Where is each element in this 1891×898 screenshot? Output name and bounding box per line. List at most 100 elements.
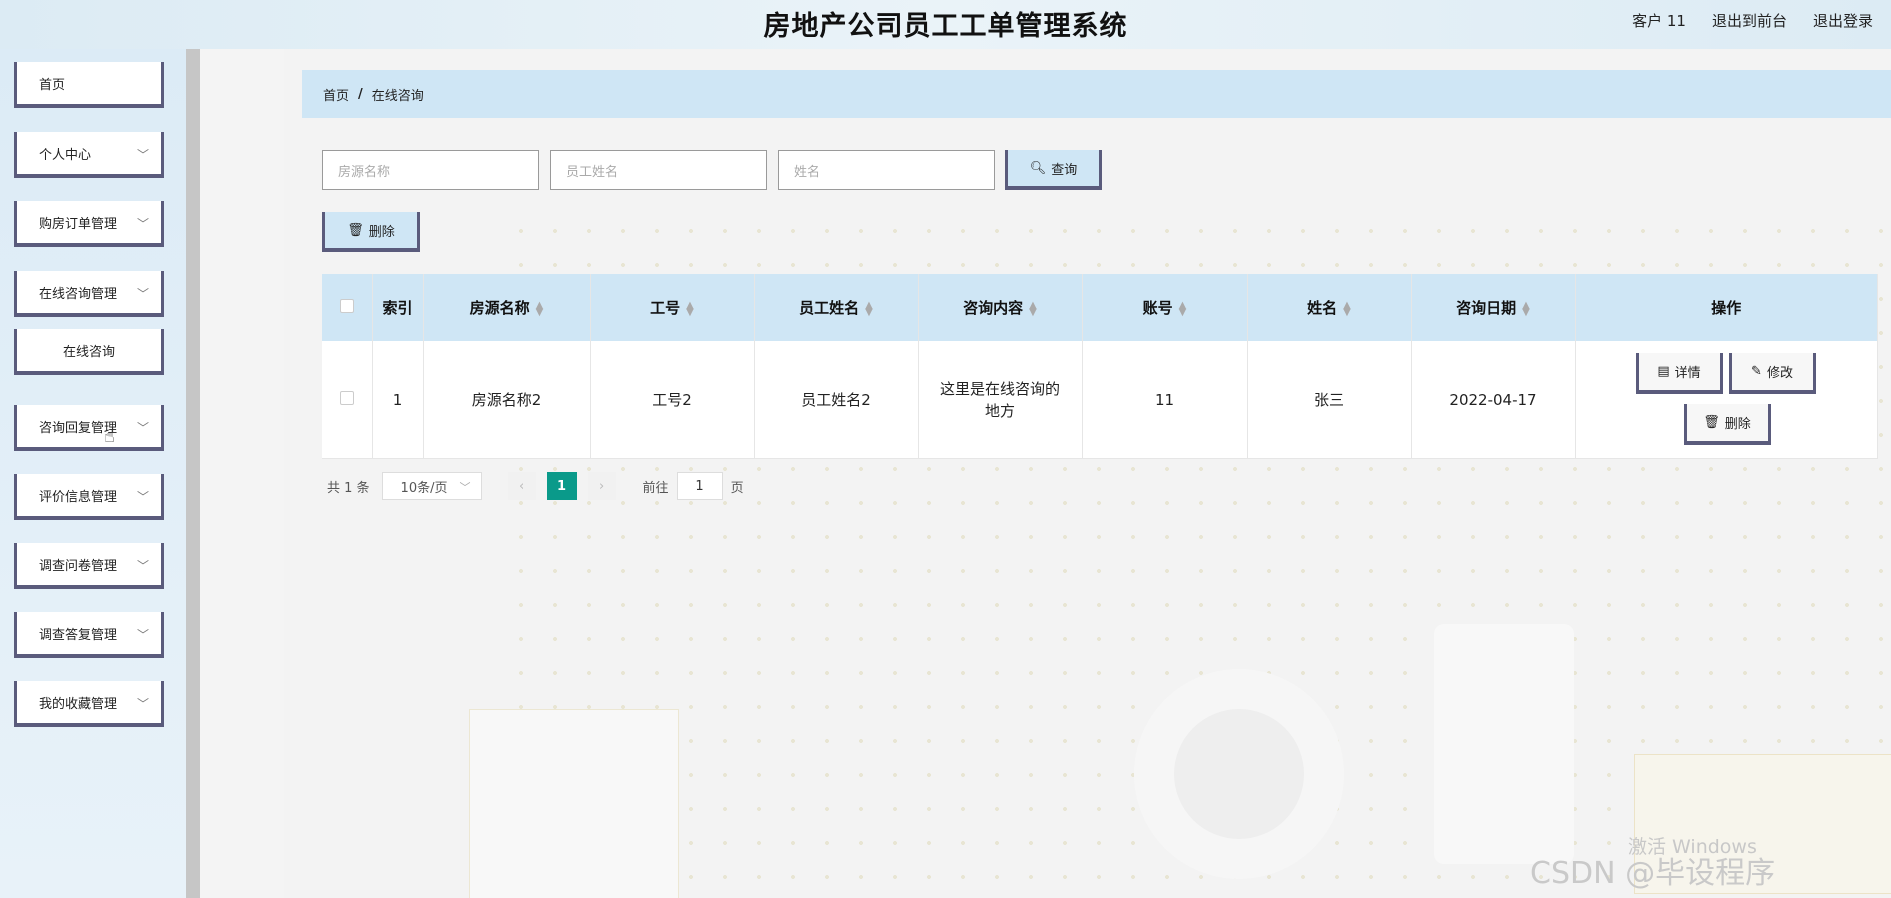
- customer-name-placeholder: 姓名: [794, 164, 821, 180]
- table-row: 1 房源名称2 工号2 员工姓名2 这里是在线咨询的地方 11 张三 2022-…: [322, 341, 1878, 459]
- sidebar-item-label: 我的收藏管理: [39, 696, 118, 712]
- total-count: 共 1 条: [327, 480, 370, 496]
- top-header: 房地产公司员工工单管理系统 客户 11 退出到前台 退出登录: [0, 0, 1891, 49]
- cell-actions: ▤ 详情 ✎ 修改 🗑︎ 删除: [1575, 341, 1878, 459]
- sort-icon[interactable]: ▲ ▼: [865, 300, 873, 317]
- chevron-down-icon: ﹀: [459, 481, 471, 494]
- logout-link[interactable]: 退出登录: [1813, 10, 1873, 31]
- table-header-row: 索引 房源名称 ▲ ▼ 工号 ▲ ▼ 员工姓名 ▲ ▼ 咨询内容 ▲ ▼ 账号 ▲ ▼ 姓名 ▲ ▼ 咨…: [322, 274, 1878, 341]
- chevron-down-icon: ﹀: [136, 217, 149, 231]
- sidebar-subitem-online-consult[interactable]: 在线咨询: [14, 329, 164, 375]
- sidebar-item-label: 调查问卷管理: [39, 558, 118, 574]
- trash-icon: 🗑︎: [1703, 415, 1720, 430]
- sidebar-item-label: 购房订单管理: [39, 216, 118, 232]
- consult-table: 索引 房源名称 ▲ ▼ 工号 ▲ ▼ 员工姓名 ▲ ▼ 咨询内容 ▲ ▼ 账号 ▲ ▼ 姓名 ▲ ▼ 咨…: [322, 274, 1878, 459]
- detail-label: 详情: [1674, 366, 1701, 381]
- chevron-down-icon: ﹀: [136, 697, 149, 711]
- user-label: 客户 11: [1632, 12, 1686, 30]
- column-header-house[interactable]: 房源名称 ▲ ▼: [423, 274, 591, 341]
- row-checkbox[interactable]: [339, 390, 354, 405]
- cell-content: 这里是在线咨询的地方: [918, 341, 1083, 459]
- sidebar-item-label: 个人中心: [39, 147, 92, 163]
- sort-icon[interactable]: ▲ ▼: [536, 300, 544, 317]
- sort-icon[interactable]: ▲ ▼: [1029, 300, 1037, 317]
- action-buttons: ▤ 详情 ✎ 修改 🗑︎ 删除: [1576, 341, 1878, 458]
- chevron-down-icon: ﹀: [136, 421, 149, 435]
- system-title: 房地产公司员工工单管理系统: [763, 11, 1128, 42]
- sidebar-item-reply-management[interactable]: 咨询回复管理 ﹀: [14, 405, 164, 451]
- page-number-current[interactable]: 1: [546, 472, 577, 500]
- breadcrumb-separator: /: [358, 86, 363, 102]
- sidebar-item-review-management[interactable]: 评价信息管理 ﹀: [14, 474, 164, 520]
- document-icon: ▤: [1657, 364, 1670, 379]
- column-header-staff-no[interactable]: 工号 ▲ ▼: [590, 274, 755, 341]
- sort-icon[interactable]: ▲ ▼: [1522, 300, 1530, 317]
- sort-icon[interactable]: ▲ ▼: [686, 300, 694, 317]
- search-icon: 🔍︎: [1029, 160, 1047, 176]
- sidebar-item-favorites-management[interactable]: 我的收藏管理 ﹀: [14, 681, 164, 727]
- delete-label: 删除: [1724, 417, 1751, 432]
- cell-date: 2022-04-17: [1411, 341, 1576, 459]
- breadcrumb-current: 在线咨询: [371, 88, 424, 104]
- next-page-button[interactable]: ›: [587, 472, 616, 500]
- pencil-icon: ✎: [1751, 364, 1762, 379]
- cell-house: 房源名称2: [423, 341, 591, 459]
- decor-cup: [1434, 624, 1574, 864]
- breadcrumb-home[interactable]: 首页: [323, 85, 349, 104]
- page-size-value: 10条/页: [400, 480, 448, 496]
- sidebar-item-survey-management[interactable]: 调查问卷管理 ﹀: [14, 543, 164, 589]
- house-name-input[interactable]: 房源名称: [322, 150, 539, 190]
- cell-staff-no: 工号2: [590, 341, 755, 459]
- back-to-front-link[interactable]: 退出到前台: [1712, 10, 1787, 31]
- sidebar-item-consult-management[interactable]: 在线咨询管理 ﹀: [14, 271, 164, 317]
- sidebar-scrollbar[interactable]: [186, 49, 200, 898]
- chevron-down-icon: ﹀: [136, 559, 149, 573]
- cell-name: 张三: [1247, 341, 1412, 459]
- sort-icon[interactable]: ▲ ▼: [1179, 300, 1187, 317]
- decor-box: [469, 709, 679, 898]
- select-all-cell: [322, 274, 373, 341]
- decor-tape: [1134, 669, 1344, 879]
- goto-suffix: 页: [730, 480, 744, 496]
- staff-name-placeholder: 员工姓名: [566, 164, 619, 180]
- csdn-watermark: CSDN @毕设程序: [1530, 856, 1776, 891]
- column-header-account[interactable]: 账号 ▲ ▼: [1082, 274, 1248, 341]
- goto-prefix: 前往: [642, 480, 669, 496]
- batch-delete-button[interactable]: 🗑︎ 删除: [322, 212, 420, 252]
- goto-page-input[interactable]: 1: [676, 472, 723, 500]
- chevron-right-icon: ›: [598, 478, 605, 494]
- edit-label: 修改: [1766, 366, 1793, 381]
- pagination: 共 1 条 10条/页 ﹀ ‹ 1 › 前往 1 页: [327, 472, 744, 500]
- staff-name-input[interactable]: 员工姓名: [550, 150, 767, 190]
- column-header-name[interactable]: 姓名 ▲ ▼: [1247, 274, 1412, 341]
- header-links: 客户 11 退出到前台 退出登录: [1632, 10, 1873, 31]
- sidebar-item-personal-center[interactable]: 个人中心 ﹀: [14, 132, 164, 178]
- sidebar-gap: [200, 49, 284, 898]
- house-name-placeholder: 房源名称: [338, 164, 391, 180]
- search-button[interactable]: 🔍︎ 查询: [1005, 150, 1102, 190]
- page-size-select[interactable]: 10条/页 ﹀: [381, 472, 482, 500]
- breadcrumb: 首页 / 在线咨询: [302, 70, 1891, 118]
- sidebar-item-label: 在线咨询管理: [39, 286, 118, 302]
- search-button-label: 查询: [1051, 162, 1078, 178]
- sidebar-item-label: 评价信息管理: [39, 489, 118, 505]
- detail-button[interactable]: ▤ 详情: [1635, 353, 1723, 394]
- sidebar-item-order-management[interactable]: 购房订单管理 ﹀: [14, 201, 164, 247]
- column-header-content[interactable]: 咨询内容 ▲ ▼: [918, 274, 1083, 341]
- row-select-cell: [322, 341, 373, 459]
- chevron-left-icon: ‹: [518, 478, 525, 494]
- prev-page-button[interactable]: ‹: [507, 472, 536, 500]
- sidebar-item-home[interactable]: 首页: [14, 62, 164, 108]
- customer-name-input[interactable]: 姓名: [778, 150, 995, 190]
- delete-button[interactable]: 🗑︎ 删除: [1683, 404, 1771, 445]
- chevron-down-icon: ﹀: [136, 287, 149, 301]
- trash-icon: 🗑︎: [347, 222, 364, 238]
- select-all-checkbox[interactable]: [339, 298, 354, 313]
- edit-button[interactable]: ✎ 修改: [1728, 353, 1816, 394]
- hand-cursor-icon: ☝: [104, 426, 115, 447]
- chevron-down-icon: ﹀: [136, 628, 149, 642]
- column-header-staff-name[interactable]: 员工姓名 ▲ ▼: [754, 274, 919, 341]
- column-header-date[interactable]: 咨询日期 ▲ ▼: [1411, 274, 1576, 341]
- sidebar-item-answer-management[interactable]: 调查答复管理 ﹀: [14, 612, 164, 658]
- sort-icon[interactable]: ▲ ▼: [1343, 300, 1351, 317]
